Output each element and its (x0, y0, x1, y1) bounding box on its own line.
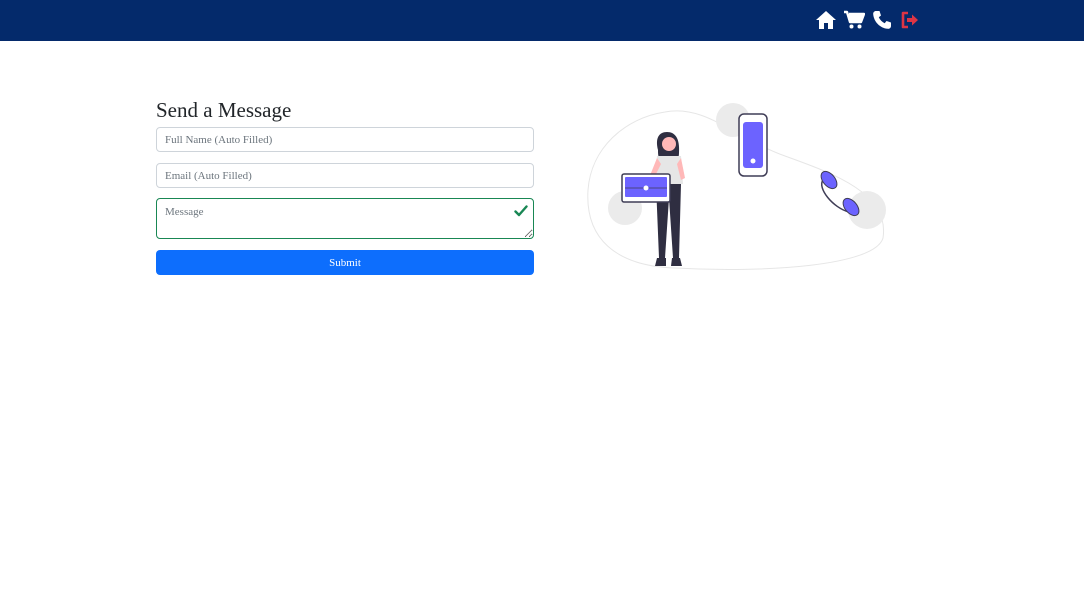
top-navbar (0, 0, 1084, 41)
cart-icon[interactable] (840, 6, 868, 34)
message-textarea[interactable] (156, 198, 534, 239)
submit-button[interactable]: Submit (156, 250, 534, 275)
smartphone-graphic (738, 113, 768, 177)
contact-illustration (587, 103, 886, 270)
phone-handset-graphic (820, 170, 860, 217)
form-title: Send a Message (156, 98, 292, 122)
full-name-input[interactable] (156, 127, 534, 152)
nav-icon-group (812, 6, 924, 34)
email-input[interactable] (156, 163, 534, 188)
logout-icon[interactable] (896, 6, 924, 34)
home-icon[interactable] (812, 6, 840, 34)
laptop-graphic (621, 173, 671, 203)
valid-check-icon (514, 205, 528, 217)
phone-icon[interactable] (868, 6, 896, 34)
